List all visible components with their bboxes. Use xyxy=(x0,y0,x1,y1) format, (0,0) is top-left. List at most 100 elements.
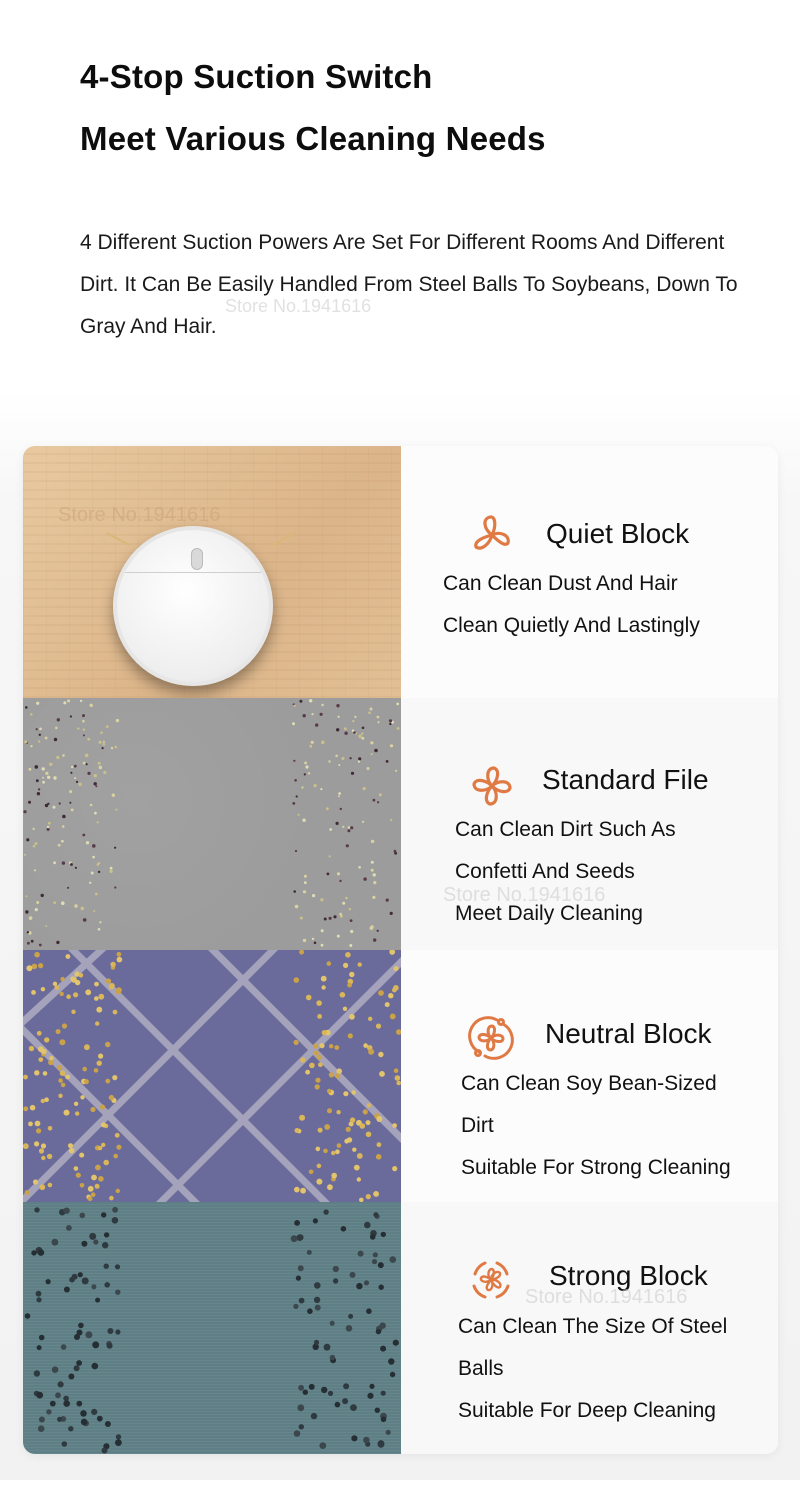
seed-particle xyxy=(395,769,398,772)
soybean-particle xyxy=(315,1146,321,1152)
seed-particle xyxy=(56,755,60,760)
seed-particle xyxy=(55,726,58,730)
seed-particle xyxy=(336,934,340,938)
fan-circled-icon xyxy=(468,1016,514,1060)
soybean-particle xyxy=(375,1023,382,1029)
seed-particle xyxy=(109,869,113,873)
steel-ball-particle xyxy=(60,1344,67,1350)
mode-description-line: Can Clean Dirt Such As xyxy=(455,818,676,841)
seed-particle xyxy=(100,731,103,734)
soybean-particle xyxy=(95,1164,101,1171)
soybean-particle xyxy=(61,1023,68,1029)
seed-particle xyxy=(57,843,61,847)
steel-ball-particle xyxy=(73,1365,80,1372)
seed-particle xyxy=(385,760,389,763)
soybean-particle xyxy=(393,966,399,972)
robot-vacuum xyxy=(113,526,273,686)
seed-particle xyxy=(94,811,97,815)
steel-ball-particle xyxy=(334,1401,341,1408)
soybean-particle xyxy=(393,1068,399,1073)
steel-ball-particle xyxy=(111,1217,119,1224)
seed-particle xyxy=(326,807,329,811)
seed-particle xyxy=(350,826,354,830)
steel-ball-particle xyxy=(366,1308,372,1314)
soybean-particle xyxy=(100,1122,107,1128)
seed-particle xyxy=(74,866,77,869)
seed-particle xyxy=(303,773,306,776)
seed-particle xyxy=(320,929,324,933)
mode-description-line: Can Clean Soy Bean-Sized xyxy=(461,1072,717,1095)
seed-particle xyxy=(94,892,98,896)
soybean-particle xyxy=(379,1071,385,1077)
seed-particle xyxy=(98,740,102,744)
soybean-particle xyxy=(44,1097,49,1102)
seed-particle xyxy=(40,893,44,898)
seed-particle xyxy=(34,842,38,846)
steel-ball-particle xyxy=(349,1271,356,1278)
soybean-particle xyxy=(384,1002,390,1008)
steel-ball-particle xyxy=(103,1263,109,1269)
seed-particle xyxy=(321,740,325,745)
seed-particle xyxy=(96,863,100,866)
seed-particle xyxy=(62,754,65,757)
soybean-particle xyxy=(59,1070,66,1076)
soybean-particle xyxy=(366,1103,372,1108)
seed-particle xyxy=(89,703,93,707)
seed-particle xyxy=(78,782,82,786)
seed-particle xyxy=(302,890,307,894)
seed-particle xyxy=(329,828,333,831)
soybean-particle xyxy=(335,1073,341,1079)
soybean-particle xyxy=(34,1120,41,1127)
seed-particle xyxy=(319,712,323,716)
seed-particle xyxy=(369,707,373,711)
seed-particle xyxy=(374,748,378,753)
seed-particle xyxy=(90,871,94,875)
seed-particle xyxy=(372,798,376,802)
soybean-particle xyxy=(105,1078,111,1084)
seed-particle xyxy=(389,744,394,748)
seed-particle xyxy=(344,731,348,735)
soybean-particle xyxy=(40,1143,47,1149)
steel-ball-particle xyxy=(385,1429,391,1435)
soybean-particle xyxy=(49,1055,54,1061)
steel-ball-particle xyxy=(76,1329,83,1336)
soybean-particle xyxy=(328,1072,335,1078)
soybean-particle xyxy=(54,985,60,990)
steel-ball-particle xyxy=(297,1234,304,1241)
seed-particle xyxy=(28,767,32,771)
soybean-particle xyxy=(114,1132,120,1138)
scattered-soybeans xyxy=(23,950,401,1202)
steel-ball-particle xyxy=(327,1390,334,1396)
soybean-particle xyxy=(96,1006,103,1013)
seed-particle xyxy=(295,795,298,798)
seed-particle xyxy=(89,803,93,807)
soybean-particle xyxy=(316,1054,322,1060)
steel-ball-particle xyxy=(91,1362,99,1370)
seed-particle xyxy=(67,886,70,889)
seed-particle xyxy=(320,788,323,791)
seed-particle xyxy=(95,785,98,788)
soybean-particle xyxy=(294,1186,300,1193)
steel-ball-particle xyxy=(63,1286,70,1293)
modes-card: Store No.1941616 Quiet Block Can Clean D… xyxy=(23,446,778,1454)
seed-particle xyxy=(82,734,85,737)
steel-ball-particle xyxy=(34,1207,40,1213)
soybean-particle xyxy=(112,1009,118,1015)
soybean-particle xyxy=(368,1048,375,1055)
soybean-particle xyxy=(365,1194,371,1200)
soybean-particle xyxy=(329,1044,334,1049)
seed-particle xyxy=(82,761,86,765)
steel-ball-particle xyxy=(92,1341,100,1349)
seed-particle xyxy=(48,821,51,825)
soybean-particle xyxy=(331,1172,338,1179)
soybean-particle xyxy=(73,1166,79,1171)
steel-ball-particle xyxy=(81,1277,89,1285)
seed-particle xyxy=(396,727,400,730)
steel-ball-particle xyxy=(61,1441,68,1447)
seed-particle xyxy=(97,761,101,765)
steel-ball-particle xyxy=(35,1290,42,1297)
mode-description-line: Confetti And Seeds xyxy=(455,860,635,883)
soybean-particle xyxy=(84,1044,90,1051)
seed-particle xyxy=(47,775,51,779)
seed-particle xyxy=(26,931,30,934)
